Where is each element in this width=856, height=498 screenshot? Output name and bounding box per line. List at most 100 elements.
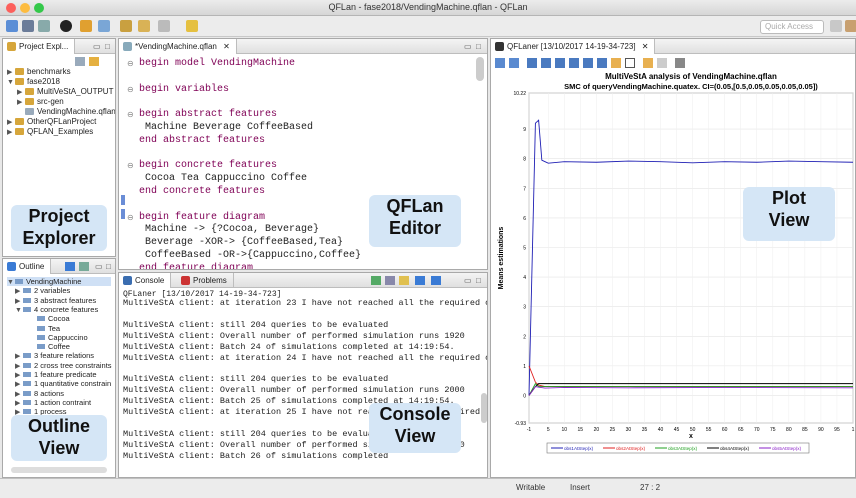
horizontal-scrollbar[interactable]: [11, 467, 107, 473]
project-tree-item[interactable]: ▼ fase2018: [7, 77, 60, 86]
code-line[interactable]: begin variables: [139, 84, 229, 95]
open-console-icon[interactable]: [431, 276, 441, 285]
outline-item[interactable]: ▼ VendingMachine: [7, 277, 111, 286]
expand-icon[interactable]: ▶: [15, 399, 23, 407]
zoom-in-x-icon[interactable]: [495, 58, 505, 68]
display-console-icon[interactable]: [415, 276, 425, 285]
zoom-in-icon[interactable]: [583, 58, 593, 68]
outline-item[interactable]: Tea: [29, 324, 60, 333]
link-editor-icon[interactable]: [89, 57, 99, 66]
outline-item[interactable]: ▶ 3 feature relations: [15, 351, 94, 360]
project-tree-item[interactable]: ▶ benchmarks: [7, 67, 71, 76]
export-image-icon[interactable]: [675, 58, 685, 68]
fit-x-icon[interactable]: [555, 58, 565, 68]
expand-icon[interactable]: ▶: [15, 362, 23, 370]
tab-problems[interactable]: Problems: [177, 273, 234, 288]
outline-item[interactable]: ▶ 3 abstract features: [15, 296, 96, 305]
minimize-icon[interactable]: ▭: [464, 276, 472, 285]
expand-icon[interactable]: ▶: [15, 297, 23, 305]
expand-icon[interactable]: ▼: [7, 79, 15, 86]
outline-item[interactable]: Cocoa: [29, 314, 70, 323]
fit-y-icon[interactable]: [569, 58, 579, 68]
open-perspective-icon[interactable]: [830, 20, 842, 32]
minimize-icon[interactable]: ▭: [464, 42, 472, 51]
expand-icon[interactable]: ▼: [7, 279, 15, 286]
tab-console[interactable]: Console: [119, 273, 172, 288]
zoom-out-x-icon[interactable]: [509, 58, 519, 68]
expand-icon[interactable]: ▶: [15, 287, 23, 295]
code-line[interactable]: begin feature diagram: [139, 212, 265, 223]
expand-icon[interactable]: ▶: [15, 390, 23, 398]
code-line[interactable]: CoffeeBased -OR->{Cappuccino,Coffee}: [139, 250, 361, 261]
maximize-icon[interactable]: □: [476, 276, 481, 285]
expand-icon[interactable]: ▶: [7, 128, 15, 136]
fold-icon[interactable]: ⊖: [127, 110, 134, 120]
save-icon[interactable]: [22, 20, 34, 32]
code-line[interactable]: Beverage -XOR-> {CoffeeBased,Tea}: [139, 237, 343, 248]
scroll-lock-icon[interactable]: [385, 276, 395, 285]
project-tree-item[interactable]: ▶ QFLAN_Examples: [7, 127, 93, 136]
zoom-out-icon[interactable]: [597, 58, 607, 68]
outline-item[interactable]: ▼ 4 concrete features: [15, 305, 98, 314]
maximize-icon[interactable]: □: [106, 262, 111, 271]
pointer-icon[interactable]: [625, 58, 635, 68]
expand-icon[interactable]: ▶: [15, 371, 23, 379]
close-tab-icon[interactable]: ✕: [642, 42, 649, 51]
collapse-all-icon[interactable]: [75, 57, 85, 66]
annotation-icon[interactable]: [120, 20, 132, 32]
outline-item[interactable]: ▶ 1 feature predicate: [15, 370, 97, 379]
filter-icon[interactable]: [79, 262, 89, 271]
undo-icon[interactable]: [643, 58, 653, 68]
fold-icon[interactable]: ⊖: [127, 59, 134, 69]
clear-console-icon[interactable]: [371, 276, 381, 285]
outline-item[interactable]: Cappuccino: [29, 333, 88, 342]
expand-icon[interactable]: ▶: [17, 88, 25, 96]
quick-access-input[interactable]: Quick Access: [760, 20, 824, 34]
build-icon[interactable]: [80, 20, 92, 32]
outline-item[interactable]: ▶ 8 actions: [15, 389, 64, 398]
zoom-in-y-icon[interactable]: [527, 58, 537, 68]
code-line[interactable]: end feature diagram: [139, 263, 253, 269]
minimize-icon[interactable]: ▭: [93, 42, 101, 51]
tab-project-explorer[interactable]: Project Expl...: [3, 39, 76, 54]
expand-icon[interactable]: ▶: [15, 380, 23, 388]
fold-icon[interactable]: ⊖: [127, 85, 134, 95]
code-line[interactable]: end abstract features: [139, 135, 265, 146]
outline-item[interactable]: Coffee: [29, 342, 70, 351]
perspective-icon[interactable]: [845, 20, 856, 32]
run-model-icon[interactable]: [60, 20, 72, 32]
close-tab-icon[interactable]: ✕: [223, 42, 230, 51]
expand-icon[interactable]: ▶: [15, 352, 23, 360]
code-line[interactable]: begin model VendingMachine: [139, 58, 295, 69]
pin-icon[interactable]: [186, 20, 198, 32]
outline-item[interactable]: ▶ 1 quantitative constrain: [15, 379, 111, 388]
code-line[interactable]: Machine Beverage CoffeeBased: [139, 122, 313, 133]
expand-icon[interactable]: ▶: [17, 98, 25, 106]
save-all-icon[interactable]: [38, 20, 50, 32]
project-tree-item[interactable]: ▶ src-gen: [17, 97, 64, 106]
expand-icon[interactable]: ▶: [7, 118, 15, 126]
minimize-icon[interactable]: ▭: [95, 262, 103, 271]
forward-icon[interactable]: [158, 20, 170, 32]
project-tree-item[interactable]: ▶ MultiVeStA_OUTPUT: [17, 87, 113, 96]
fold-icon[interactable]: ⊖: [127, 213, 134, 223]
project-tree-item[interactable]: ▶ OtherQFLanProject: [7, 117, 96, 126]
pin-console-icon[interactable]: [399, 276, 409, 285]
tab-plot[interactable]: QFLaner [13/10/2017 14-19-34-723] ✕: [491, 39, 656, 54]
redo-icon[interactable]: [657, 58, 667, 68]
project-tree-item[interactable]: VendingMachine.qflan: [17, 107, 115, 116]
new-file-icon[interactable]: [6, 20, 18, 32]
code-line[interactable]: Machine -> {?Cocoa, Beverage}: [139, 224, 319, 235]
code-line[interactable]: Cocoa Tea Cappuccino Coffee: [139, 173, 307, 184]
code-line[interactable]: end concrete features: [139, 186, 265, 197]
tab-vendingmachine-editor[interactable]: *VendingMachine.qflan ✕: [119, 39, 237, 54]
pan-hand-icon[interactable]: [611, 58, 621, 68]
outline-item[interactable]: ▶ 2 cross tree constraints: [15, 361, 112, 370]
code-line[interactable]: begin abstract features: [139, 109, 277, 120]
sort-icon[interactable]: [65, 262, 75, 271]
maximize-icon[interactable]: □: [476, 42, 481, 51]
console-scrollbar[interactable]: [481, 393, 487, 423]
expand-icon[interactable]: ▶: [7, 68, 15, 76]
outline-item[interactable]: ▶ 1 action contraint: [15, 398, 91, 407]
code-line[interactable]: begin concrete features: [139, 160, 277, 171]
